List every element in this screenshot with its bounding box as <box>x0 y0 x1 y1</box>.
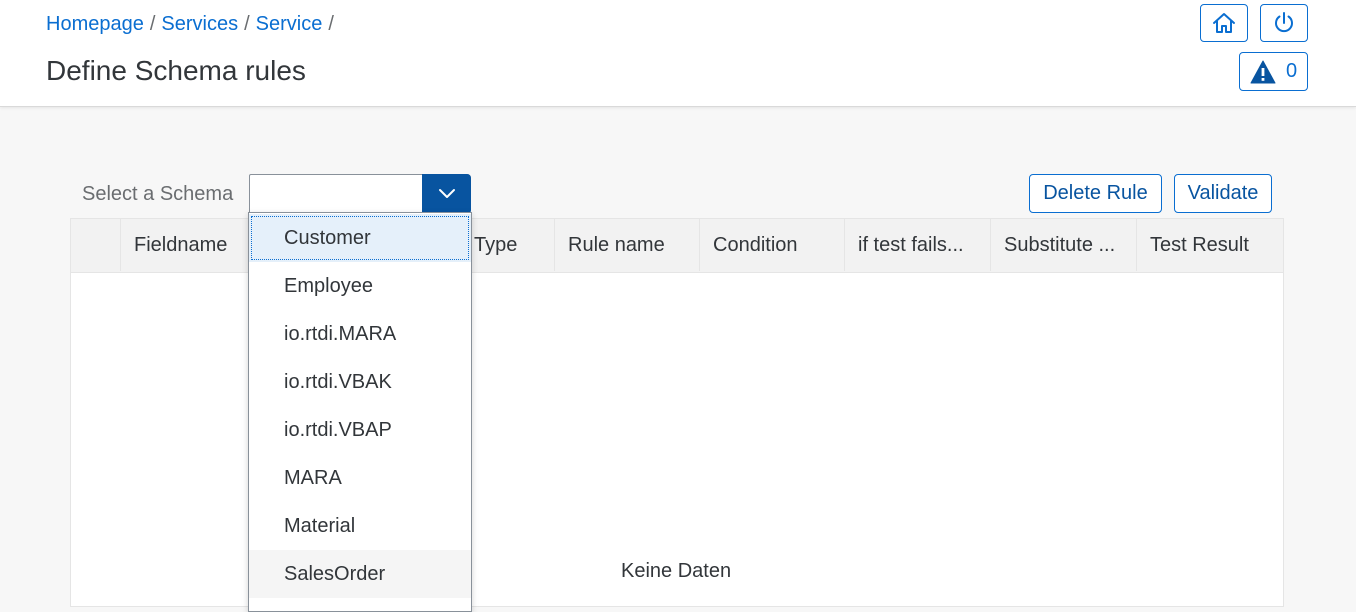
power-icon <box>1275 12 1293 33</box>
schema-dropdown-button[interactable] <box>422 174 471 214</box>
schema-option[interactable]: Customer <box>249 214 471 262</box>
schema-option[interactable]: Employee <box>249 262 471 310</box>
breadcrumb: Homepage / Services / Service / <box>46 13 340 36</box>
column-header-substitute[interactable]: Substitute ... <box>991 219 1137 271</box>
column-header-type[interactable]: Type <box>461 219 555 271</box>
schema-option[interactable]: io.rtdi.VBAP <box>249 406 471 454</box>
column-header-test-result[interactable]: Test Result <box>1137 219 1283 271</box>
schema-option[interactable]: MARA <box>249 454 471 502</box>
chevron-down-icon <box>438 189 455 198</box>
schema-option[interactable]: Material <box>249 502 471 550</box>
column-header-selection[interactable] <box>71 219 121 271</box>
breadcrumb-services[interactable]: Services <box>161 13 238 35</box>
breadcrumb-separator: / <box>328 13 334 35</box>
messages-button[interactable]: 0 <box>1239 52 1308 91</box>
schema-option[interactable]: io.rtdi.MARA <box>249 310 471 358</box>
schema-label: Select a Schema <box>82 183 234 205</box>
logout-button[interactable] <box>1260 4 1308 42</box>
schema-select[interactable] <box>249 174 471 214</box>
home-icon <box>1213 13 1235 33</box>
column-header-if-test-fails[interactable]: if test fails... <box>845 219 991 271</box>
breadcrumb-homepage[interactable]: Homepage <box>46 13 144 35</box>
schema-option[interactable]: io.rtdi.VBAK <box>249 358 471 406</box>
schema-input[interactable] <box>250 175 422 213</box>
validate-button[interactable]: Validate <box>1174 174 1272 213</box>
breadcrumb-separator: / <box>244 13 250 35</box>
schema-dropdown-list[interactable]: Customer Employee io.rtdi.MARA io.rtdi.V… <box>248 212 472 612</box>
column-header-condition[interactable]: Condition <box>700 219 845 271</box>
no-data-text: Keine Daten <box>621 560 732 582</box>
warning-icon <box>1250 60 1276 83</box>
breadcrumb-service[interactable]: Service <box>256 13 323 35</box>
breadcrumb-separator: / <box>149 13 156 35</box>
page-title: Define Schema rules <box>46 55 306 86</box>
delete-rule-button[interactable]: Delete Rule <box>1029 174 1162 213</box>
column-header-rule-name[interactable]: Rule name <box>555 219 700 271</box>
shell-header: Homepage / Services / Service / Define Schema… <box>0 0 1356 106</box>
message-count: 0 <box>1285 60 1298 82</box>
schema-option[interactable]: SalesOrder <box>249 550 471 598</box>
home-button[interactable] <box>1200 4 1248 42</box>
